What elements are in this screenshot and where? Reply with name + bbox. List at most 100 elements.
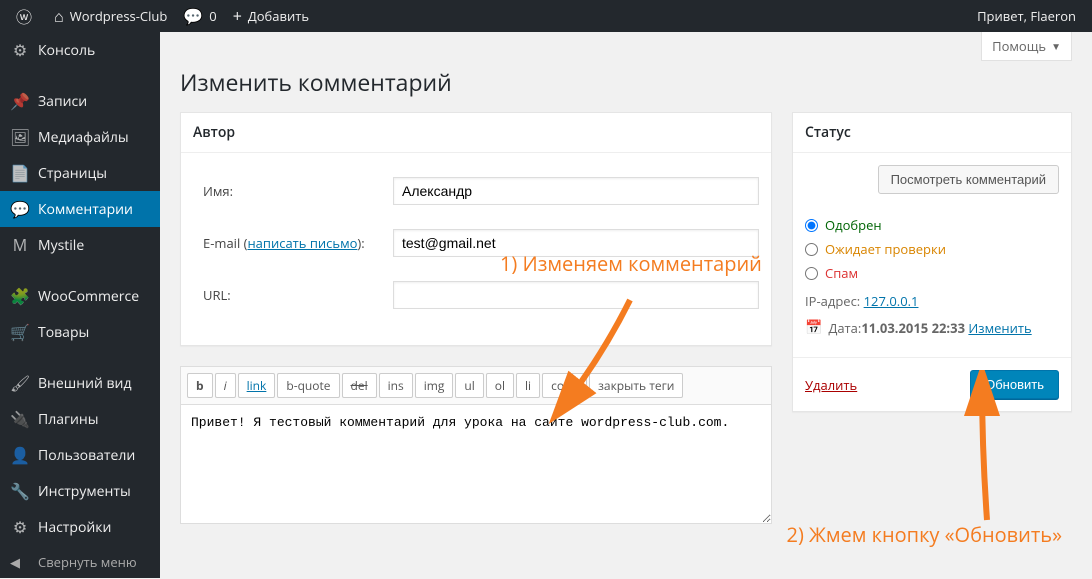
menu-icon: 🛒 [10, 321, 30, 343]
menu-label: Записи [38, 92, 87, 111]
status-spam-radio[interactable] [805, 267, 818, 280]
help-label: Помощь [992, 37, 1046, 55]
menu-icon: 🧩 [10, 285, 30, 307]
ip-link[interactable]: 127.0.0.1 [864, 292, 919, 310]
ip-line: IP-адрес: 127.0.0.1 [805, 292, 1059, 310]
account-link[interactable]: Привет, Flaeron [969, 0, 1084, 32]
delete-link[interactable]: Удалить [805, 376, 857, 394]
sidebar-item-11[interactable]: 🔧 Инструменты [0, 473, 160, 509]
sidebar-item-7[interactable]: 🛒 Товары [0, 314, 160, 350]
quicktags-toolbar: bilinkb-quotedelinsimgulollicodeзакрыть … [180, 366, 772, 404]
qt-del[interactable]: del [342, 373, 377, 398]
email-label: E-mail (написать письмо): [193, 234, 393, 252]
chevron-down-icon: ▼ [1051, 39, 1061, 53]
sidebar-item-10[interactable]: 👤 Пользователи [0, 437, 160, 473]
sidebar-item-2[interactable]: 🖼 Медиафайлы [0, 119, 160, 155]
admin-bar: ⓦ ⌂Wordpress-Club 💬0 +Добавить Привет, F… [0, 0, 1092, 32]
page-title: Изменить комментарий [180, 66, 1072, 98]
sidebar-item-8[interactable]: 🖌 Внешний вид [0, 365, 160, 401]
status-pending-radio[interactable] [805, 243, 818, 256]
qt-li[interactable]: li [516, 373, 540, 398]
email-compose-link[interactable]: написать письмо [247, 234, 357, 252]
menu-label: Медиафайлы [38, 128, 129, 147]
menu-label: Настройки [38, 518, 111, 537]
menu-icon: 📄 [10, 162, 30, 184]
content-area: Помощь ▼ Изменить комментарий Автор Имя:… [160, 32, 1092, 578]
menu-icon: 🖼 [10, 126, 30, 148]
wordpress-icon: ⓦ [16, 4, 32, 28]
menu-icon: ⚙ [10, 39, 30, 61]
menu-icon: 💬 [10, 198, 30, 220]
comments-link[interactable]: 💬0 [175, 0, 224, 32]
date-line: 📅 Дата: 11.03.2015 22:33 Изменить [805, 318, 1059, 337]
collapse-icon: ◀ [10, 553, 30, 571]
qt-code[interactable]: code [542, 373, 587, 398]
qt-b[interactable]: b [187, 373, 213, 398]
site-name: Wordpress-Club [70, 7, 168, 25]
collapse-menu[interactable]: ◀ Свернуть меню [0, 545, 160, 579]
menu-label: Страницы [38, 164, 107, 183]
menu-icon: M [10, 234, 30, 256]
comment-icon: 💬 [183, 5, 203, 27]
menu-label: Инструменты [38, 482, 131, 501]
wp-logo[interactable]: ⓦ [8, 0, 46, 32]
qt-закрыть-теги[interactable]: закрыть теги [589, 373, 683, 398]
qt-b-quote[interactable]: b-quote [277, 373, 339, 398]
author-heading: Автор [181, 113, 771, 153]
sidebar-item-12[interactable]: ⚙ Настройки [0, 509, 160, 545]
comment-editor-wrap: bilinkb-quotedelinsimgulollicodeзакрыть … [180, 366, 772, 528]
qt-i[interactable]: i [215, 373, 236, 398]
sidebar-item-6[interactable]: 🧩WooCommerce [0, 278, 160, 314]
site-name-link[interactable]: ⌂ Wordpress-Club [46, 0, 175, 32]
add-new-label: Добавить [248, 7, 309, 25]
plus-icon: + [233, 5, 242, 27]
menu-label: Комментарии [38, 200, 133, 219]
qt-link[interactable]: link [238, 373, 276, 398]
status-heading: Статус [793, 113, 1071, 153]
status-pending-option[interactable]: Ожидает проверки [805, 240, 1059, 258]
sidebar-item-9[interactable]: 🔌 Плагины [0, 401, 160, 437]
sidebar-item-0[interactable]: ⚙ Консоль [0, 32, 160, 68]
qt-img[interactable]: img [415, 373, 454, 398]
home-icon: ⌂ [54, 5, 64, 27]
sidebar-item-4[interactable]: 💬 Комментарии [0, 191, 160, 227]
qt-ul[interactable]: ul [455, 373, 483, 398]
menu-label: Товары [38, 323, 89, 342]
status-approved-radio[interactable] [805, 219, 818, 232]
comments-count: 0 [209, 7, 216, 25]
view-comment-button[interactable]: Посмотреть комментарий [878, 165, 1059, 194]
edit-date-link[interactable]: Изменить [968, 319, 1031, 337]
menu-icon: 📌 [10, 90, 30, 112]
menu-label: Консоль [38, 41, 95, 60]
url-input[interactable] [393, 281, 759, 309]
update-button[interactable]: Обновить [970, 370, 1059, 399]
menu-label: Плагины [38, 410, 99, 429]
menu-icon: ⚙ [10, 516, 30, 538]
menu-label: Пользователи [38, 446, 135, 465]
help-tab[interactable]: Помощь ▼ [981, 32, 1072, 61]
greeting: Привет, Flaeron [977, 7, 1076, 25]
add-new-link[interactable]: + Добавить [225, 0, 317, 32]
admin-sidebar: ⚙ Консоль 📌 Записи 🖼 Медиафайлы 📄 Страницы 💬 Комм… [0, 32, 160, 578]
menu-label: Mystile [38, 236, 84, 255]
sidebar-item-1[interactable]: 📌 Записи [0, 83, 160, 119]
email-input[interactable] [393, 229, 759, 257]
menu-icon: 👤 [10, 444, 30, 466]
collapse-label: Свернуть меню [38, 553, 137, 571]
name-label: Имя: [193, 182, 393, 200]
status-postbox: Статус Посмотреть комментарий Одобрен Ож… [792, 112, 1072, 412]
status-spam-option[interactable]: Спам [805, 264, 1059, 282]
menu-label: Внешний вид [38, 374, 132, 393]
qt-ol[interactable]: ol [486, 373, 514, 398]
menu-icon: 🔧 [10, 480, 30, 502]
menu-icon: 🔌 [10, 408, 30, 430]
name-input[interactable] [393, 177, 759, 205]
sidebar-item-5[interactable]: M Mystile [0, 227, 160, 263]
calendar-icon: 📅 [805, 318, 822, 337]
sidebar-item-3[interactable]: 📄 Страницы [0, 155, 160, 191]
menu-icon: 🖌 [10, 372, 30, 394]
comment-textarea[interactable] [180, 404, 772, 524]
url-label: URL: [193, 286, 393, 304]
status-approved-option[interactable]: Одобрен [805, 216, 1059, 234]
qt-ins[interactable]: ins [379, 373, 413, 398]
